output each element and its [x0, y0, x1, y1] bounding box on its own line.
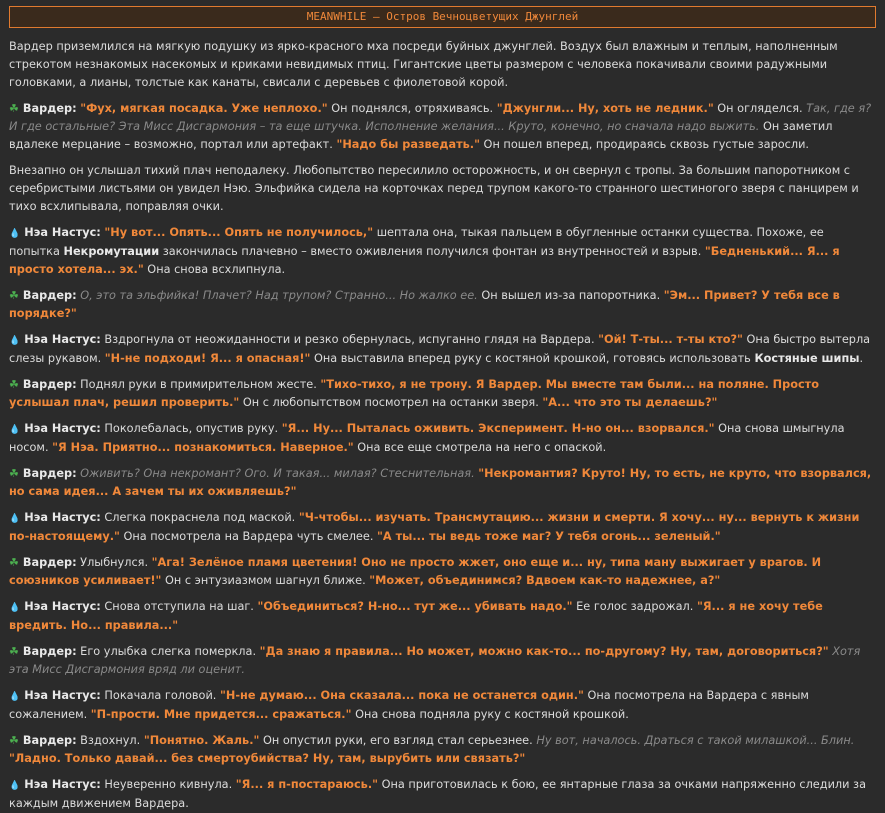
speech: "Ну вот... Опять... Опять не получилось,… [104, 226, 374, 239]
dialogue-vardar-6: ☘ Вардер: Его улыбка слегка померкла. "Да… [9, 643, 876, 679]
speaker-name: Вардер: [22, 734, 77, 747]
speech: "Да знаю я правила... Но может, можно ка… [259, 645, 829, 658]
speaker-name: Вардер: [22, 467, 77, 480]
speech: "Ага! [151, 556, 189, 569]
speech: "А ты... ты ведь тоже маг? У тебя огонь.… [377, 530, 721, 543]
narration: . [859, 352, 864, 365]
speaker-name: Нэа Настус: [24, 511, 101, 524]
dialogue-nea-3: 💧 Нэа Настус: Поколебалась, опустив руку.… [9, 420, 876, 457]
narration: Она снова всхлипнула. [143, 263, 286, 276]
speech: "Надо бы разведать." [336, 138, 480, 151]
speaker-name: Вардер: [22, 289, 77, 302]
speaker-name: Нэа Настус: [24, 689, 101, 702]
narration: Поколебалась, опустив руку. [100, 422, 282, 435]
narration: Вздрогнула от неожиданности и резко обер… [100, 333, 599, 346]
narration: Ее голос задрожал. [572, 600, 697, 613]
speech: "Фух, мягкая посадка. Уже неплохо." [80, 102, 328, 115]
speech: "Я... Ну... Пыталась оживить. Эксперимен… [281, 422, 715, 435]
leaf-icon: ☘ [9, 467, 19, 480]
dialogue-vardar-7: ☘ Вардер: Вздохнул. "Понятно. Жаль." Он о… [9, 732, 876, 768]
story-container: MEANWHILE – Остров Вечноцветущих Джунгле… [0, 0, 885, 813]
speech: "Объединиться? Н-но... тут же... убивать… [257, 600, 573, 613]
narration: Поднял руки в примирительном жесте. [76, 378, 321, 391]
speech: "А... что это ты делаешь?" [542, 396, 718, 409]
speaker-name: Вардер: [22, 645, 77, 658]
speaker-name: Нэа Настус: [24, 226, 101, 239]
narration: Она выставила вперед руку с костяной кро… [310, 352, 755, 365]
skill-name: Некромутации [63, 245, 160, 258]
leaf-icon: ☘ [9, 734, 19, 747]
narration: Слегка покраснела под маской. [100, 511, 299, 524]
speaker-name: Нэа Настус: [24, 600, 101, 613]
narration: Вздохнул. [76, 734, 144, 747]
leaf-icon: ☘ [9, 289, 19, 302]
speech: "Ой! Т-ты... т-ты кто?" [598, 333, 743, 346]
dialogue-nea-4: 💧 Нэа Настус: Слегка покраснела под маско… [9, 509, 876, 546]
droplets-icon: 💧 [9, 229, 21, 239]
narration: Его улыбка слегка померкла. [76, 645, 260, 658]
speech: "Я... я п-постараюсь." [235, 778, 378, 791]
narration: Снова отступила на шаг. [100, 600, 258, 613]
speaker-name: Нэа Настус: [24, 422, 101, 435]
dialogue-nea-6: 💧 Нэа Настус: Покачала головой. "Н-не дум… [9, 687, 876, 724]
speaker-name: Нэа Настус: [24, 333, 101, 346]
speech: "Я Нэа. Приятно... познакомиться. Наверн… [52, 441, 354, 454]
narration: Он поднялся, отряхиваясь. [327, 102, 497, 115]
speech: "Джунгли... Ну, хоть не ледник." [496, 102, 714, 115]
droplets-icon: 💧 [9, 603, 21, 613]
narration: Он пошел вперед, продираясь сквозь густы… [479, 138, 810, 151]
dialogue-vardar-5: ☘ Вардер: Улыбнулся. "Ага! Зелёное пламя … [9, 554, 876, 590]
leaf-icon: ☘ [9, 645, 19, 658]
dialogue-nea-5: 💧 Нэа Настус: Снова отступила на шаг. "Об… [9, 598, 876, 635]
dialogue-vardar-4: ☘ Вардер: Оживить? Она некромант? Ого. И … [9, 465, 876, 501]
leaf-icon: ☘ [9, 378, 19, 391]
narration: Она посмотрела на Вардера чуть смелее. [119, 530, 378, 543]
skill-name: Костяные шипы [754, 352, 860, 365]
narration: Она все еще смотрела на него с опаской. [353, 441, 607, 454]
dialogue-vardar-2: ☘ Вардер: О, это та эльфийка! Плачет? Над… [9, 287, 876, 323]
scene-banner: MEANWHILE – Остров Вечноцветущих Джунгле… [9, 6, 876, 28]
narration: Он с энтузиазмом шагнул ближе. [161, 574, 370, 587]
dialogue-nea-7: 💧 Нэа Настус: Неуверенно кивнула. "Я... я… [9, 776, 876, 813]
speech: "Может, объединимся? Вдвоем как-то надеж… [369, 574, 721, 587]
speech: "Н-не подходи! Я... я опасная!" [104, 352, 311, 365]
thought: Ну вот, началось. Драться с такой милашк… [536, 734, 855, 747]
dialogue-vardar-1: ☘ Вардер: "Фух, мягкая посадка. Уже непло… [9, 100, 876, 154]
narration: Он вышел из-за папоротника. [477, 289, 664, 302]
speaker-name: Вардер: [22, 556, 77, 569]
narration: Покачала головой. [100, 689, 220, 702]
narration: Он огляделся. [713, 102, 807, 115]
speaker-name: Нэа Настус: [24, 778, 101, 791]
narration: Он опустил руки, его взгляд стал серьезн… [259, 734, 537, 747]
dialogue-vardar-3: ☘ Вардер: Поднял руки в примирительном же… [9, 376, 876, 412]
thought: Оживить? Она некромант? Ого. И такая... … [76, 467, 479, 480]
narration: закончилась плачевно – вместо оживления … [159, 245, 705, 258]
narration: Улыбнулся. [76, 556, 152, 569]
narration-intro: Вардер приземлился на мягкую подушку из … [9, 40, 838, 89]
speaker-name: Вардер: [22, 102, 77, 115]
speech: "П-прости. Мне придется... сражаться." [90, 708, 352, 721]
droplets-icon: 💧 [9, 692, 21, 702]
thought: О, это та эльфийка! Плачет? Над трупом? … [80, 289, 478, 302]
narration: Неуверенно кивнула. [100, 778, 236, 791]
narration: Она снова подняла руку с костяной крошко… [351, 708, 629, 721]
leaf-icon: ☘ [9, 102, 19, 115]
leaf-icon: ☘ [9, 556, 19, 569]
speech: "Понятно. Жаль." [143, 734, 260, 747]
droplets-icon: 💧 [9, 425, 21, 435]
droplets-icon: 💧 [9, 514, 21, 524]
dialogue-nea-2: 💧 Нэа Настус: Вздрогнула от неожиданности… [9, 331, 876, 368]
droplets-icon: 💧 [9, 336, 21, 346]
droplets-icon: 💧 [9, 781, 21, 791]
dialogue-nea-1: 💧 Нэа Настус: "Ну вот... Опять... Опять н… [9, 224, 876, 279]
speech: "Ладно. Только давай... без смертоубийст… [9, 752, 526, 765]
narration: Он с любопытством посмотрел на останки з… [239, 396, 543, 409]
skill-name: Зелёное пламя цветения [188, 556, 353, 569]
speaker-name: Вардер: [22, 378, 77, 391]
narration-cry: Внезапно он услышал тихий плач неподалек… [9, 164, 859, 213]
speech: "Н-не думаю... Она сказала... пока не ос… [219, 689, 584, 702]
